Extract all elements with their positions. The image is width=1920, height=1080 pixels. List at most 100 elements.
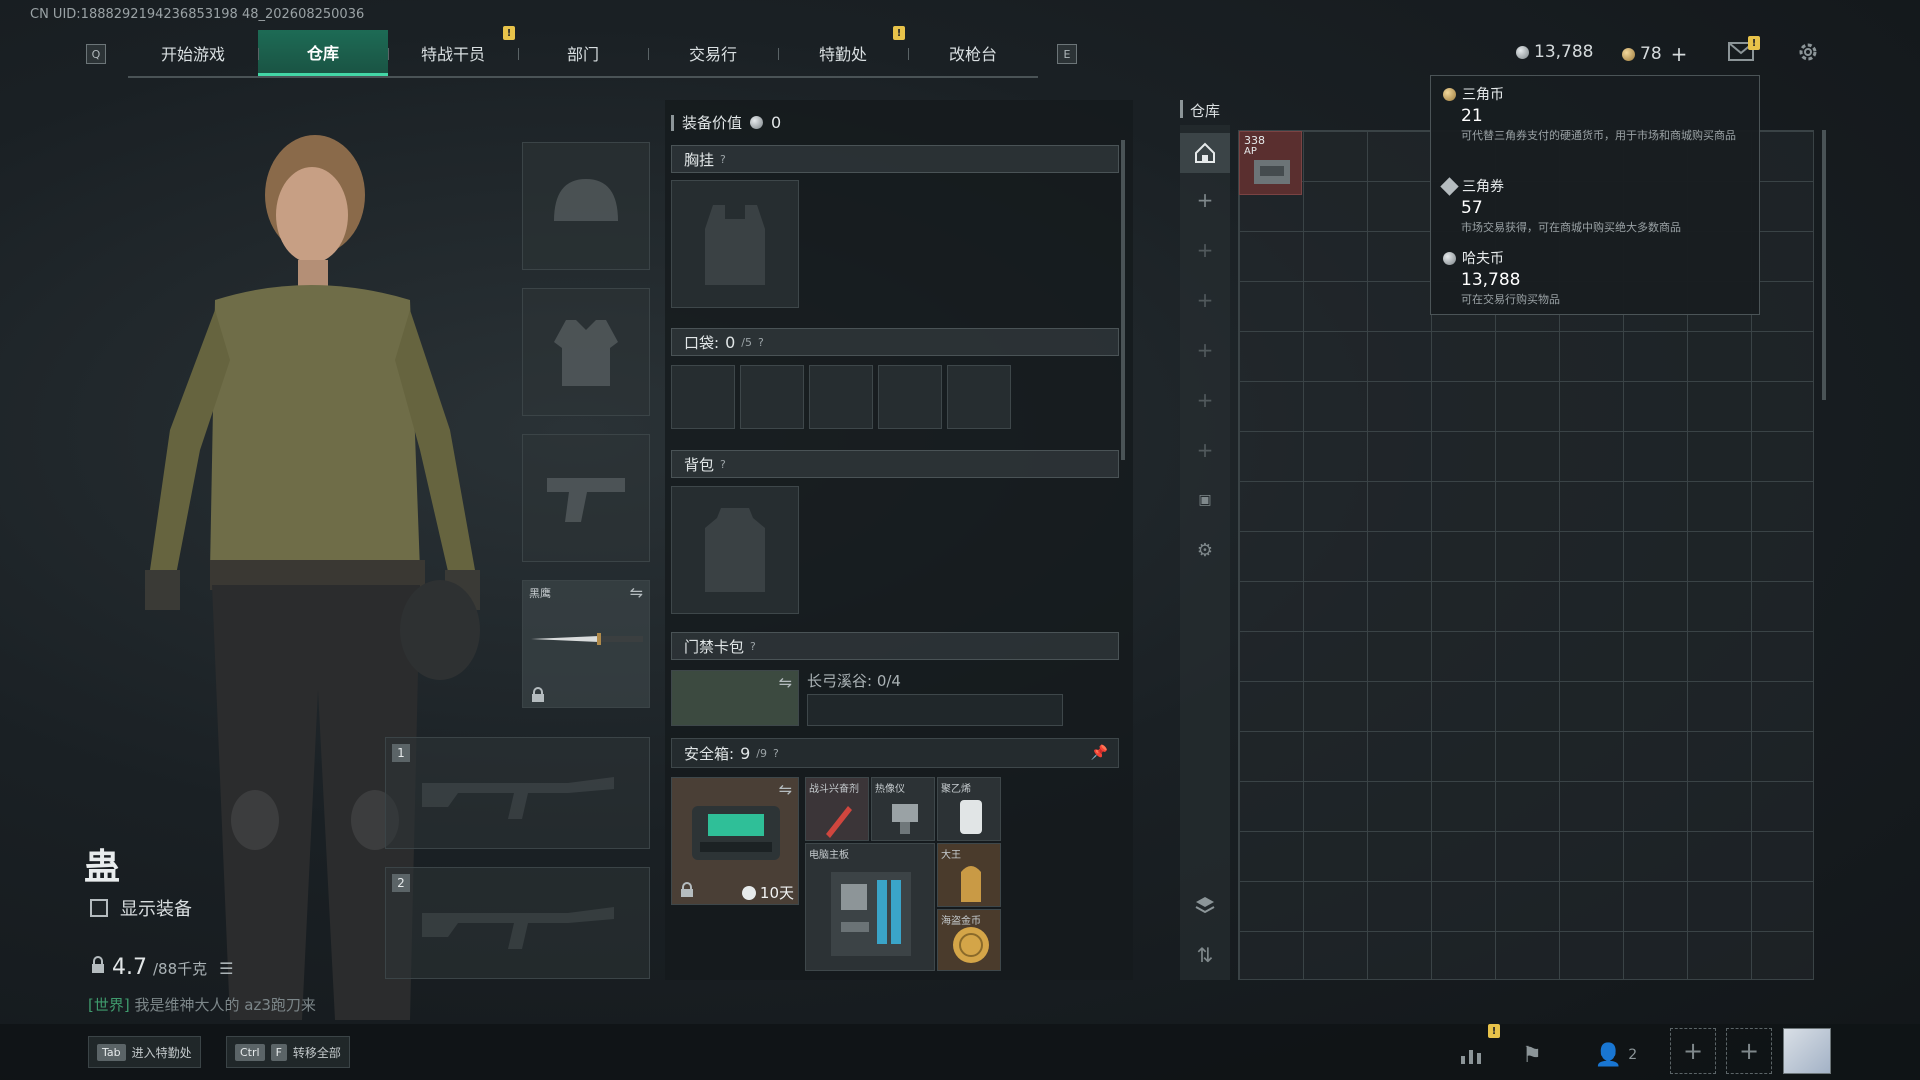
friends-button[interactable]: 👤 2 xyxy=(1586,1035,1646,1075)
helmet-slot[interactable] xyxy=(522,142,650,270)
pocket-slot[interactable] xyxy=(878,365,942,429)
triangle-coin-icon xyxy=(1622,47,1635,61)
tooltip-item-value: 13,788 xyxy=(1461,270,1521,290)
world-chat-line[interactable]: [世界] 我是维神大人的 az3跑刀来 xyxy=(88,994,316,1015)
motherboard-icon xyxy=(831,872,911,956)
help-icon[interactable]: ? xyxy=(750,640,756,653)
add-tab-icon[interactable]: + xyxy=(1180,180,1230,220)
help-icon[interactable]: ? xyxy=(758,336,764,349)
melee-item-name: 黑鹰 xyxy=(529,587,551,600)
sort-icon[interactable]: ⇅ xyxy=(1180,935,1230,975)
add-tab-icon[interactable]: + xyxy=(1180,230,1230,270)
backpack-header: 背包 ? xyxy=(671,450,1119,478)
carry-weight: 4.7 /88千克 ☰ xyxy=(90,955,234,980)
ammo-box-item[interactable]: 338 AP xyxy=(1239,131,1302,195)
pocket-slot[interactable] xyxy=(809,365,873,429)
add-tab-icon[interactable]: + xyxy=(1180,380,1230,420)
armor-slot[interactable] xyxy=(522,288,650,416)
nav-prev-key[interactable]: Q xyxy=(86,44,106,64)
add-currency-button[interactable]: + xyxy=(1671,42,1688,66)
swap-icon[interactable]: ⇋ xyxy=(630,583,643,602)
triangle-currency-display[interactable]: 78 + xyxy=(1622,42,1687,66)
keycard-label: 门禁卡包 xyxy=(684,637,745,656)
show-equipment-label: 显示装备 xyxy=(120,899,192,920)
nav-next-key[interactable]: E xyxy=(1057,44,1077,64)
safe-item[interactable]: 聚乙烯 xyxy=(937,777,1001,841)
player-avatar[interactable] xyxy=(1783,1028,1831,1074)
keycard-slots[interactable] xyxy=(807,694,1063,726)
layers-icon[interactable] xyxy=(1180,885,1230,925)
operators-notification-badge: ! xyxy=(503,26,515,40)
safe-item[interactable]: 电脑主板 xyxy=(805,843,935,971)
tab-operators[interactable]: 特战干员 xyxy=(388,30,518,76)
pistol-slot[interactable] xyxy=(522,434,650,562)
add-tab-icon[interactable]: + xyxy=(1180,430,1230,470)
safebox-slot[interactable]: ⇋ 10天 xyxy=(671,777,799,905)
pockets-count: 0 xyxy=(725,332,736,352)
item-name: 战斗兴奋剂 xyxy=(809,784,859,795)
tab-trading[interactable]: 交易行 xyxy=(648,30,778,76)
warehouse-scrollbar[interactable] xyxy=(1822,130,1826,400)
knife-icon xyxy=(531,633,643,645)
tab-gunsmith[interactable]: 改枪台 xyxy=(908,30,1038,76)
transfer-all-hint[interactable]: Ctrl F 转移全部 xyxy=(226,1036,350,1068)
enter-special-ops-hint[interactable]: Tab 进入特勤处 xyxy=(88,1036,201,1068)
safebox-timer-value: 10天 xyxy=(759,884,794,902)
tab-start-game[interactable]: 开始游戏 xyxy=(128,30,258,76)
loadout-scrollbar[interactable] xyxy=(1121,140,1125,460)
flag-icon[interactable]: ⚑ xyxy=(1510,1035,1554,1075)
tab-warehouse[interactable]: 仓库 xyxy=(258,30,388,76)
lock-icon[interactable]: ▣ xyxy=(1180,480,1230,520)
settings-gear-icon[interactable] xyxy=(1796,40,1820,64)
syringe-icon xyxy=(826,806,852,838)
warehouse-title: 仓库 xyxy=(1190,102,1221,120)
tooltip-item-name: 三角币 xyxy=(1462,87,1504,103)
primary-weapon-slot-2[interactable]: 2 xyxy=(385,867,650,979)
warehouse-home-icon[interactable] xyxy=(1180,133,1230,173)
add-tab-icon[interactable]: + xyxy=(1180,330,1230,370)
primary-weapon-slot-1[interactable]: 1 xyxy=(385,737,650,849)
list-icon[interactable]: ☰ xyxy=(219,959,233,978)
safe-item[interactable]: 战斗兴奋剂 xyxy=(805,777,869,841)
chest-rig-label: 胸挂 xyxy=(684,150,715,169)
safe-item[interactable]: 海盗金币 xyxy=(937,909,1001,971)
item-name: 热像仪 xyxy=(875,784,905,795)
hafu-coin-icon xyxy=(1443,251,1456,265)
safebox-count: 9 xyxy=(740,743,751,763)
add-party-slot-button[interactable]: + xyxy=(1670,1028,1716,1074)
show-equipment-toggle[interactable]: 显示装备 xyxy=(90,895,192,921)
safe-item[interactable]: 大王 xyxy=(937,843,1001,907)
equipment-value: 装备价值 0 xyxy=(671,112,781,133)
safe-item[interactable]: 热像仪 xyxy=(871,777,935,841)
help-icon[interactable]: ? xyxy=(720,153,726,166)
clock-icon xyxy=(741,885,756,900)
backpack-icon xyxy=(672,487,798,613)
weight-current: 4.7 xyxy=(112,955,147,980)
tab-department[interactable]: 部门 xyxy=(518,30,648,76)
tab-special-ops[interactable]: 特勤处 xyxy=(778,30,908,76)
pin-icon[interactable]: 📌 xyxy=(1091,745,1108,761)
swap-icon[interactable]: ⇋ xyxy=(779,780,792,799)
pocket-slot[interactable] xyxy=(671,365,735,429)
triangle-currency-amount: 78 xyxy=(1640,44,1662,64)
help-icon[interactable]: ? xyxy=(773,747,779,760)
pockets-total: /5 xyxy=(741,335,752,349)
swap-icon[interactable]: ⇋ xyxy=(779,673,792,692)
tooltip-item-name: 哈夫币 xyxy=(1462,251,1504,267)
settings-gear-icon[interactable]: ⚙ xyxy=(1180,530,1230,570)
add-party-slot-button[interactable]: + xyxy=(1726,1028,1772,1074)
mail-notification-badge: ! xyxy=(1748,36,1760,50)
lock-icon xyxy=(532,687,544,702)
warehouse-sidebar: + + + + + + ▣ ⚙ ⇅ xyxy=(1180,125,1230,980)
melee-slot[interactable]: 黑鹰 ⇋ xyxy=(522,580,650,708)
add-tab-icon[interactable]: + xyxy=(1180,280,1230,320)
chest-rig-slot[interactable] xyxy=(671,180,799,308)
pocket-slot[interactable] xyxy=(740,365,804,429)
backpack-slot[interactable] xyxy=(671,486,799,614)
help-icon[interactable]: ? xyxy=(720,458,726,471)
pocket-slot[interactable] xyxy=(947,365,1011,429)
loadout-panel: 装备价值 0 胸挂 ? 口袋: 0 /5 ? 背包 ? 门禁卡包 ? ⇋ 长弓溪… xyxy=(665,100,1133,980)
show-equipment-checkbox[interactable] xyxy=(90,899,108,917)
stats-chart-icon[interactable] xyxy=(1450,1035,1494,1075)
keycard-case-slot[interactable]: ⇋ xyxy=(671,670,799,726)
